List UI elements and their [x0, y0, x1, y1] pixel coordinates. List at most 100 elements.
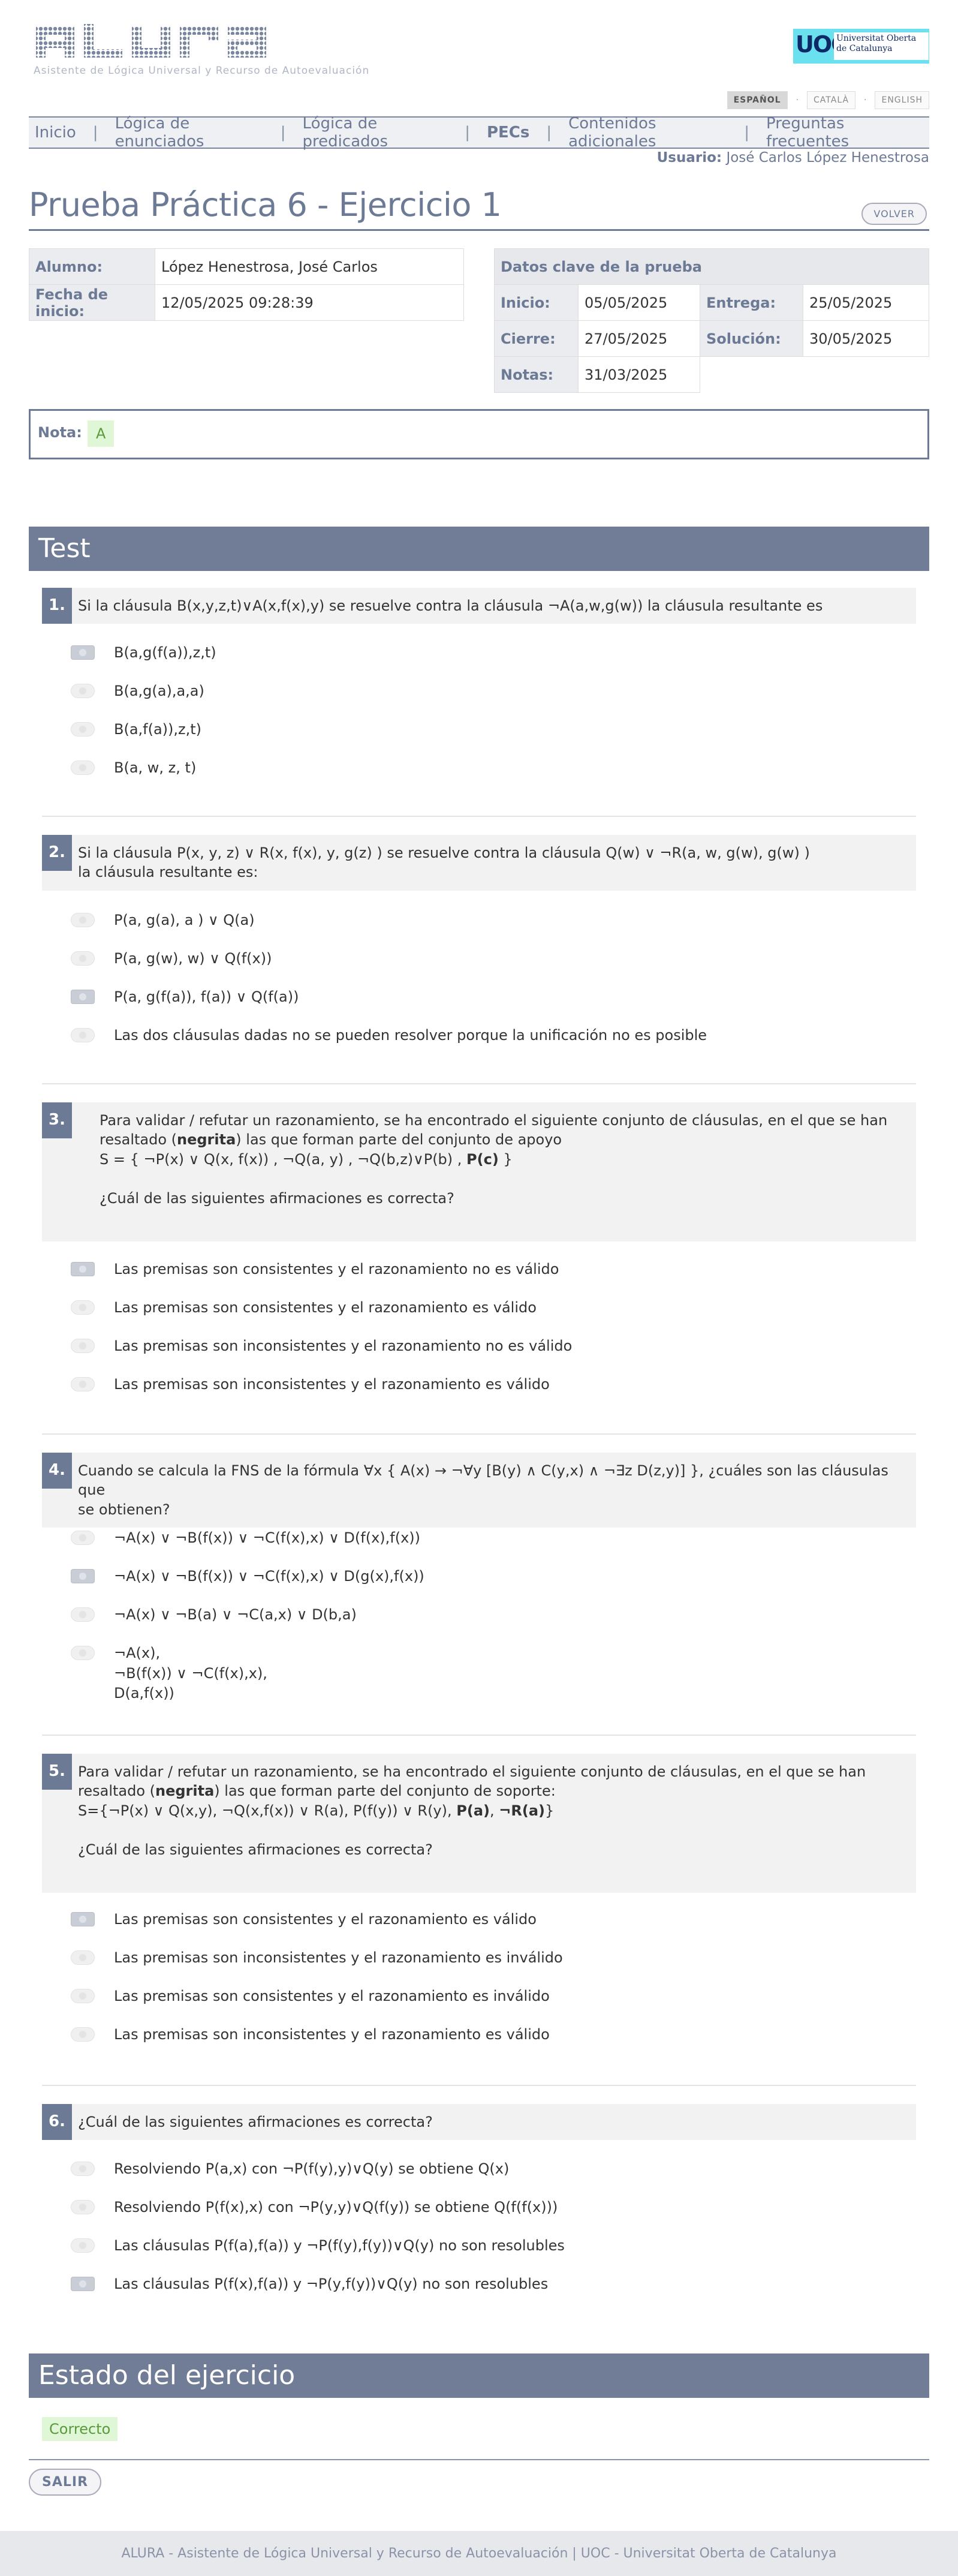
radio[interactable] — [71, 1989, 95, 2003]
radio[interactable] — [71, 1028, 95, 1042]
clause-set: S={¬P(x) ∨ Q(x,y), ¬Q(x,f(x)) ∨ R(a), P(… — [78, 1802, 457, 1819]
q6-option-3[interactable]: Las cláusulas P(f(a),f(a)) y ¬P(f(y),f(y… — [71, 2236, 565, 2256]
question-number: 2. — [42, 835, 72, 871]
radio[interactable] — [71, 1646, 95, 1660]
nav-contenidos[interactable]: Contenidos adicionales — [568, 115, 744, 151]
q2-option-2[interactable]: P(a, g(w), w) ∨ Q(f(x)) — [71, 949, 272, 969]
radio-selected[interactable] — [71, 1569, 95, 1583]
lang-ca[interactable]: CATALÀ — [807, 91, 856, 109]
status-section-header: Estado del ejercicio — [29, 2353, 929, 2398]
radio[interactable] — [71, 951, 95, 966]
q4-option-1[interactable]: ¬A(x) ∨ ¬B(f(x)) ∨ ¬C(f(x),x) ∨ D(f(x),f… — [71, 1528, 420, 1549]
question-number: 1. — [42, 588, 72, 624]
radio[interactable] — [71, 1377, 95, 1391]
divider — [42, 1735, 916, 1736]
option-label: Las premisas son inconsistentes y el raz… — [114, 2026, 550, 2043]
option-label: ¬A(x) ∨ ¬B(f(x)) ∨ ¬C(f(x),x) ∨ D(f(x),f… — [114, 1529, 421, 1546]
nav-inicio[interactable]: Inicio — [35, 124, 93, 142]
q6-option-1[interactable]: Resolviendo P(a,x) con ¬P(f(y),y)∨Q(y) s… — [71, 2159, 509, 2180]
nav-faq[interactable]: Preguntas frecuentes — [766, 115, 929, 151]
question-prompt: ¿Cuál de las siguientes afirmaciones es … — [78, 1841, 433, 1858]
radio[interactable] — [71, 2200, 95, 2214]
back-button[interactable]: VOLVER — [861, 203, 927, 225]
q5-option-3[interactable]: Las premisas son consistentes y el razon… — [71, 1986, 550, 2007]
question-1: 1. Si la cláusula B(x,y,z,t)∨A(x,f(x),y) … — [42, 588, 916, 624]
radio-selected[interactable] — [71, 990, 95, 1004]
radio[interactable] — [71, 2027, 95, 2042]
question-text-2: la cláusula resultante es: — [78, 864, 258, 881]
q1-option-1[interactable]: B(a,g(f(a)),z,t) — [71, 643, 216, 663]
q3-option-3[interactable]: Las premisas son inconsistentes y el raz… — [71, 1336, 572, 1357]
radio[interactable] — [71, 1531, 95, 1545]
radio[interactable] — [71, 684, 95, 698]
radio[interactable] — [71, 722, 95, 737]
question-6: 6. ¿Cuál de las siguientes afirmaciones e… — [42, 2104, 916, 2141]
divider — [42, 2085, 916, 2086]
divider — [42, 1433, 916, 1435]
clause-set-end: } — [498, 1150, 513, 1168]
question-text-2: se obtienen? — [78, 1501, 170, 1518]
q1-option-3[interactable]: B(a,f(a)),z,t) — [71, 720, 201, 740]
option-label-line-2: ¬B(f(x)) ∨ ¬C(f(x),x), — [114, 1664, 267, 1682]
option-label: B(a,g(a),a,a) — [114, 683, 204, 699]
q3-option-1[interactable]: Las premisas son consistentes y el razon… — [71, 1260, 559, 1280]
clause-bold: P(c) — [466, 1150, 499, 1168]
user-name: José Carlos López Henestrosa — [726, 150, 929, 166]
cierre-label: Cierre: — [494, 320, 579, 357]
radio[interactable] — [71, 913, 95, 927]
radio[interactable] — [71, 761, 95, 775]
q4-option-2[interactable]: ¬A(x) ∨ ¬B(f(x)) ∨ ¬C(f(x),x) ∨ D(g(x),f… — [71, 1567, 424, 1587]
radio-selected[interactable] — [71, 645, 95, 660]
question-header: 2. Si la cláusula P(x, y, z) ∨ R(x, f(x),… — [42, 835, 916, 891]
key-dates-heading: Datos clave de la prueba — [494, 248, 929, 285]
entrega-label: Entrega: — [700, 284, 803, 321]
q4-option-4[interactable]: ¬A(x), ¬B(f(x)) ∨ ¬C(f(x),x), D(a,f(x)) — [71, 1643, 267, 1704]
nav-logica-predicados[interactable]: Lógica de predicados — [303, 115, 465, 151]
test-section-header: Test — [29, 527, 929, 571]
radio[interactable] — [71, 2162, 95, 2176]
q3-option-4[interactable]: Las premisas son inconsistentes y el raz… — [71, 1375, 550, 1395]
option-label: Las cláusulas P(f(x),f(a)) y ¬P(y,f(y))∨… — [114, 2276, 549, 2292]
radio[interactable] — [71, 1950, 95, 1965]
nav-pecs[interactable]: PECs — [487, 124, 546, 142]
radio-selected[interactable] — [71, 2277, 95, 2291]
radio-selected[interactable] — [71, 1262, 95, 1276]
radio[interactable] — [71, 1607, 95, 1622]
grade-box: Nota: A — [29, 409, 929, 459]
q3-option-2[interactable]: Las premisas son consistentes y el razon… — [71, 1298, 537, 1318]
alumno-label: Alumno: — [29, 248, 155, 285]
nav-separator: | — [92, 124, 98, 142]
q2-option-3[interactable]: P(a, g(f(a)), f(a)) ∨ Q(f(a)) — [71, 987, 299, 1008]
lang-es[interactable]: ESPAÑOL — [727, 91, 788, 109]
radio[interactable] — [71, 1339, 95, 1353]
q5-option-1[interactable]: Las premisas son consistentes y el razon… — [71, 1910, 537, 1930]
grade-badge: A — [88, 420, 115, 447]
exit-button[interactable]: SALIR — [29, 2469, 102, 2496]
language-selector: ESPAÑOL · CATALÀ · ENGLISH — [727, 91, 929, 109]
nav-logica-enunciados[interactable]: Lógica de enunciados — [115, 115, 281, 151]
key-dates-table: Datos clave de la prueba Inicio: 05/05/2… — [494, 248, 929, 393]
question-header: 3. Para validar / refutar un razonamient… — [42, 1102, 916, 1242]
option-label-line-3: D(a,f(x)) — [114, 1685, 174, 1702]
radio[interactable] — [71, 2238, 95, 2253]
radio[interactable] — [71, 1300, 95, 1315]
fecha-value: 12/05/2025 09:28:39 — [155, 284, 464, 321]
option-label: Las premisas son inconsistentes y el raz… — [114, 1337, 573, 1354]
option-label: Las premisas son consistentes y el razon… — [114, 1988, 550, 2004]
q6-option-2[interactable]: Resolviendo P(f(x),x) con ¬P(y,y)∨Q(f(y)… — [71, 2198, 558, 2218]
q2-option-1[interactable]: P(a, g(a), a ) ∨ Q(a) — [71, 910, 255, 931]
radio-selected[interactable] — [71, 1912, 95, 1926]
q5-option-4[interactable]: Las premisas son inconsistentes y el raz… — [71, 2025, 550, 2045]
lang-en[interactable]: ENGLISH — [875, 91, 929, 109]
q1-option-4[interactable]: B(a, w, z, t) — [71, 758, 196, 778]
grade-label: Nota: — [38, 424, 82, 441]
q5-option-2[interactable]: Las premisas son inconsistentes y el raz… — [71, 1948, 563, 1968]
clause-bold: P(a) — [456, 1802, 490, 1819]
q1-option-2[interactable]: B(a,g(a),a,a) — [71, 681, 204, 702]
question-text-2c: ) las que forman parte del conjunto de s… — [214, 1783, 556, 1800]
q2-option-4[interactable]: Las dos cláusulas dadas no se pueden res… — [71, 1026, 707, 1046]
q6-option-4[interactable]: Las cláusulas P(f(x),f(a)) y ¬P(y,f(y))∨… — [71, 2274, 548, 2295]
user-info: Usuario: José Carlos López Henestrosa — [657, 150, 929, 166]
solucion-value: 30/05/2025 — [803, 320, 929, 357]
q4-option-3[interactable]: ¬A(x) ∨ ¬B(a) ∨ ¬C(a,x) ∨ D(b,a) — [71, 1605, 357, 1625]
